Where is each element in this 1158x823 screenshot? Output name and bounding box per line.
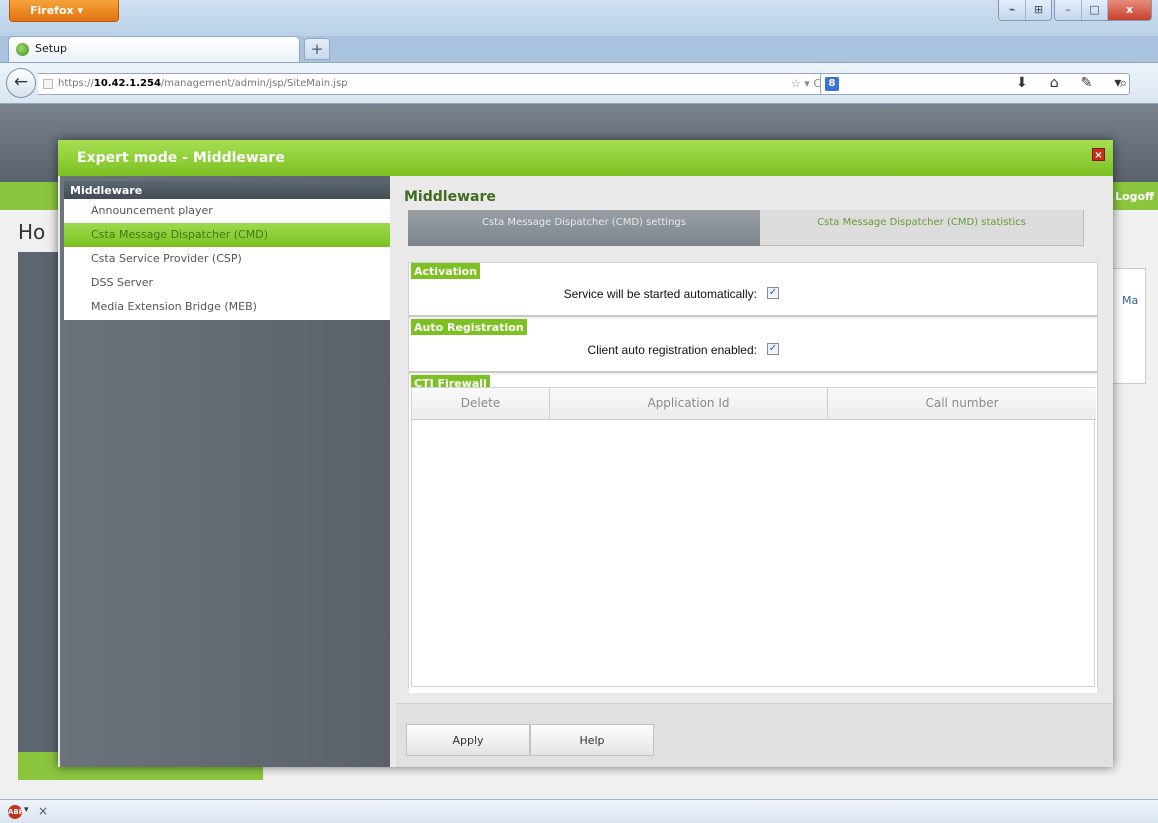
firefox-menu-button[interactable]: Firefox ▾ xyxy=(9,0,119,22)
url-path: /management/admin/jsp/SiteMain.jsp xyxy=(160,78,348,89)
sidebar-item-announcement-player[interactable]: Announcement player xyxy=(64,199,390,223)
auto-registration-section: Auto Registration Client auto registrati… xyxy=(409,319,1097,373)
activation-section: Activation Service will be started autom… xyxy=(409,263,1097,317)
auto-registration-section-label: Auto Registration xyxy=(411,319,527,336)
adblock-icon[interactable]: ABP xyxy=(8,805,24,819)
close-icon[interactable]: × xyxy=(1092,148,1105,161)
content-title: Middleware xyxy=(404,189,496,205)
search-engine-icon[interactable]: 8 xyxy=(825,77,839,91)
auto-start-label: Service will be started automatically: xyxy=(563,287,757,301)
sidebar-list: Announcement player Csta Message Dispatc… xyxy=(64,199,390,320)
new-tab-button[interactable]: + xyxy=(304,38,330,60)
column-header-delete[interactable]: Delete xyxy=(412,388,550,419)
table-header-row: Delete Application Id Call number xyxy=(412,388,1096,420)
activation-section-label: Activation xyxy=(411,263,481,280)
auto-start-checkbox[interactable]: ✓ xyxy=(767,287,779,299)
sidebar-header: Middleware xyxy=(64,181,390,199)
content-tabs: Csta Message Dispatcher (CMD) settings C… xyxy=(408,210,1084,246)
download-icon[interactable]: ⬇ xyxy=(1016,75,1028,91)
addon-icon[interactable]: ✎ xyxy=(1081,75,1093,91)
tab-groups-icon[interactable]: ⊞ xyxy=(1025,0,1051,20)
cti-firewall-section: CTI Firewall Delete Application Id Call … xyxy=(409,375,1097,693)
close-addon-bar-icon[interactable]: × xyxy=(38,804,48,818)
auto-registration-label: Client auto registration enabled: xyxy=(587,343,757,357)
app-page-title: Ho xyxy=(18,220,46,244)
dialog-title: Expert mode - Middleware xyxy=(77,150,285,166)
favicon-icon xyxy=(16,43,29,56)
home-icon[interactable]: ⌂ xyxy=(1050,75,1059,91)
sidebar-item-csta-message-dispatcher[interactable]: Csta Message Dispatcher (CMD) xyxy=(64,223,390,247)
tab-setup[interactable]: Setup xyxy=(8,36,300,62)
column-header-application-id[interactable]: Application Id xyxy=(550,388,828,419)
dialog-content: Middleware Csta Message Dispatcher (CMD)… xyxy=(396,176,1113,767)
url-host: 10.42.1.254 xyxy=(93,78,161,89)
settings-form: Activation Service will be started autom… xyxy=(408,262,1098,693)
dropdown-icon[interactable]: ▾ xyxy=(804,77,810,90)
help-button[interactable]: Help xyxy=(530,724,654,756)
tab-title: Setup xyxy=(35,42,68,55)
app-link[interactable]: Ma xyxy=(1122,294,1138,307)
tab-cmd-settings[interactable]: Csta Message Dispatcher (CMD) settings xyxy=(408,210,760,246)
dialog-sidebar: Middleware Announcement player Csta Mess… xyxy=(60,176,390,767)
browser-titlebar: Firefox ▾ ⌁ ⊞ – □ x xyxy=(0,0,1158,36)
tab-cmd-statistics[interactable]: Csta Message Dispatcher (CMD) statistics xyxy=(760,210,1084,246)
apply-button[interactable]: Apply xyxy=(406,724,530,756)
dialog-header: Expert mode - Middleware xyxy=(58,140,1113,176)
cti-firewall-table: Delete Application Id Call number xyxy=(411,387,1096,687)
panorama-icon[interactable]: ⌁ xyxy=(999,0,1025,20)
addon-bar: ABP ▾ × xyxy=(0,799,1158,823)
toolbar-icons: ⬇ ⌂ ✎ ▾ xyxy=(1016,75,1121,91)
auto-registration-checkbox[interactable]: ✓ xyxy=(767,343,779,355)
sidebar-item-media-extension-bridge[interactable]: Media Extension Bridge (MEB) xyxy=(64,295,390,319)
close-window-button[interactable]: x xyxy=(1107,0,1151,20)
sidebar-item-csta-service-provider[interactable]: Csta Service Provider (CSP) xyxy=(64,247,390,271)
maximize-button[interactable]: □ xyxy=(1081,0,1107,20)
bookmark-star-icon[interactable]: ☆ xyxy=(791,77,801,90)
dialog-footer: Apply Help xyxy=(396,703,1113,767)
url-bar[interactable]: https://10.42.1.254/management/admin/jsp… xyxy=(38,73,866,95)
navigation-bar: ← https://10.42.1.254/management/admin/j… xyxy=(0,62,1158,104)
menu-chevron-icon[interactable]: ▾ xyxy=(1114,75,1121,91)
url-prefix: https:// xyxy=(58,78,94,89)
window-controls: ⌁ ⊞ – □ x xyxy=(998,0,1152,21)
column-header-call-number[interactable]: Call number xyxy=(828,388,1096,419)
back-arrow-icon[interactable]: ← xyxy=(6,68,36,98)
logoff-link[interactable]: Logoff xyxy=(1115,190,1154,203)
site-identity-icon[interactable] xyxy=(43,79,53,89)
sidebar-item-dss-server[interactable]: DSS Server xyxy=(64,271,390,295)
firefox-menu-label: Firefox xyxy=(30,4,74,17)
minimize-button[interactable]: – xyxy=(1055,0,1081,20)
expert-mode-dialog: Expert mode - Middleware × Middleware An… xyxy=(58,140,1113,767)
adblock-dropdown-icon[interactable]: ▾ xyxy=(24,805,29,815)
